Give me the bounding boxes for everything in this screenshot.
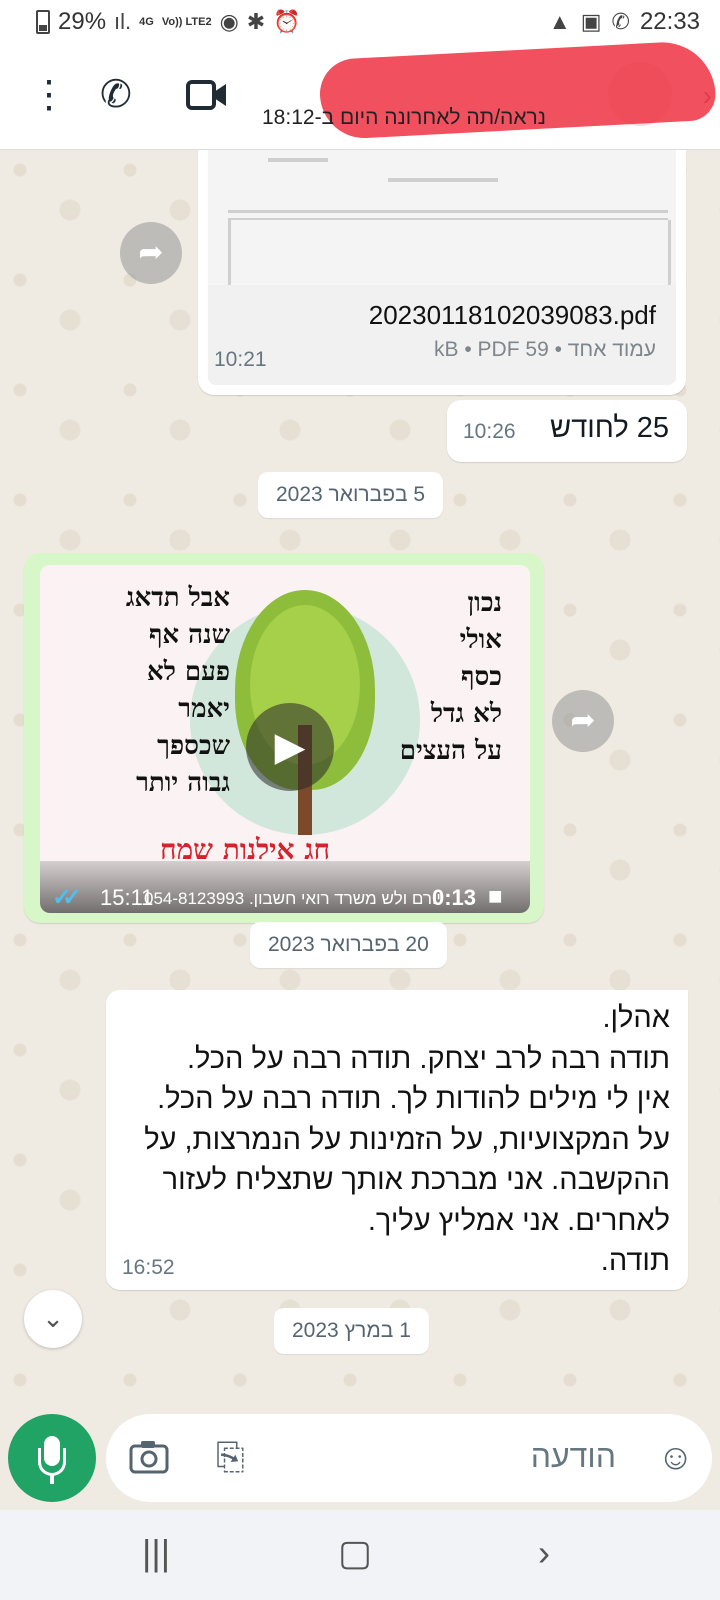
back-button[interactable]: › xyxy=(538,1532,550,1574)
video-text-right: נכון אולי כסף לא גדל על העצים xyxy=(399,588,502,766)
phone-icon[interactable]: ✆ xyxy=(100,72,132,117)
whatsapp-icon: ✆ xyxy=(611,9,630,34)
emoji-icon[interactable]: ☺ xyxy=(657,1436,694,1478)
text-message[interactable]: אהלן. תודה רבה לרב יצחק. תודה רבה על הכל… xyxy=(106,990,688,1290)
video-message[interactable]: נכון אולי כסף לא גדל על העצים אבל תדאג ש… xyxy=(24,553,544,923)
clock: 22:33 xyxy=(639,8,700,35)
last-seen-text: נראה/תה לאחרונה היום ב-18:12 xyxy=(262,106,546,129)
volte-indicator: Vo)) LTE2 xyxy=(161,16,212,28)
status-left: 29% ıl. 4G Vo)) LTE2 ◉ ✱ ⏰ xyxy=(36,8,301,36)
forward-icon[interactable]: ➦ xyxy=(552,690,614,752)
message-time: 10:21 xyxy=(214,348,267,371)
scroll-to-bottom-button[interactable]: ⌄ xyxy=(24,1290,82,1348)
recent-apps-button[interactable]: ||| xyxy=(142,1532,170,1574)
video-camera-icon: ■ xyxy=(488,883,503,910)
chat-header: ⋮ ✆ › נראה/תה לאחרונה היום ב-18:12 xyxy=(0,39,720,150)
chat-area[interactable]: 20230118102039083.pdf עמוד אחד • 59 kB •… xyxy=(0,150,720,1400)
camera-icon[interactable] xyxy=(128,1438,170,1476)
hotspot-icon: ◉ xyxy=(219,9,239,34)
home-button[interactable]: ▢ xyxy=(338,1532,372,1574)
microphone-button[interactable] xyxy=(8,1414,96,1502)
battery-level: 29% xyxy=(58,8,107,35)
message-text: אהלן. תודה רבה לרב יצחק. תודה רבה על הכל… xyxy=(144,1002,670,1277)
forward-icon[interactable]: ➦ xyxy=(120,222,182,284)
video-text-left: אבל תדאג שנה אף פעם לא יאמר שכספך גבוה י… xyxy=(125,583,230,798)
message-composer[interactable]: ⎘ הודעה ☺ xyxy=(106,1414,712,1502)
bluetooth-icon: ✱ xyxy=(246,9,266,34)
date-separator: 20 בפברואר 2023 xyxy=(250,922,447,968)
video-camera-icon[interactable] xyxy=(186,78,228,112)
message-time: 16:52 xyxy=(122,1256,175,1279)
pdf-message[interactable]: 20230118102039083.pdf עמוד אחד • 59 kB •… xyxy=(198,150,686,395)
text-message[interactable]: 25 לחודש 10:26 xyxy=(447,400,687,462)
play-icon[interactable]: ▶ xyxy=(246,703,334,791)
more-vert-icon[interactable]: ⋮ xyxy=(30,72,68,117)
date-separator: 1 במרץ 2023 xyxy=(274,1308,429,1354)
status-right: ▲ ▣ ✆ 22:33 xyxy=(549,8,700,36)
message-input[interactable]: הודעה xyxy=(531,1438,616,1475)
navigation-bar: ||| ▢ › xyxy=(0,1510,720,1600)
pdf-info: עמוד אחד • 59 kB • PDF xyxy=(434,338,656,361)
message-time: 10:26 xyxy=(463,420,516,443)
pdf-preview[interactable] xyxy=(208,150,676,285)
network-type: 4G xyxy=(139,16,154,28)
mute-icon: ▲ xyxy=(548,9,571,34)
read-ticks-icon: ✓✓ xyxy=(52,884,82,911)
paperclip-icon[interactable]: ⎘ xyxy=(216,1436,245,1479)
date-separator: 5 בפברואר 2023 xyxy=(258,472,444,518)
message-text: 25 לחודש xyxy=(550,412,669,444)
status-bar: 29% ıl. 4G Vo)) LTE2 ◉ ✱ ⏰ ▲ ▣ ✆ 22:33 xyxy=(0,0,720,46)
alarm-icon: ⏰ xyxy=(273,9,301,34)
signal-icon: ıl. xyxy=(114,9,132,34)
battery-icon xyxy=(36,10,50,34)
word-app-icon: ▣ xyxy=(580,9,602,34)
video-duration: 0:13 xyxy=(432,885,477,910)
video-thumbnail[interactable]: נכון אולי כסף לא גדל על העצים אבל תדאג ש… xyxy=(40,565,530,913)
video-watermark-text: יורם ולש משרד רואי חשבון. 054-8123993 xyxy=(144,889,441,908)
pdf-filename: 20230118102039083.pdf xyxy=(368,300,656,330)
